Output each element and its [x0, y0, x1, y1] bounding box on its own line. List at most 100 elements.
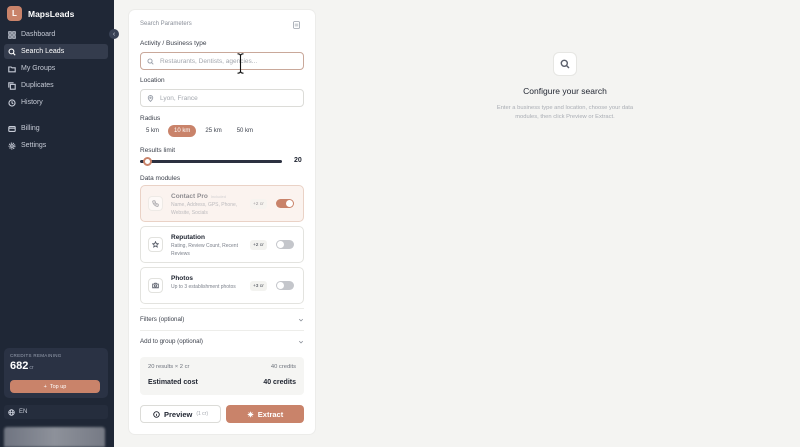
credits-value: 682cr — [10, 360, 102, 372]
card-icon — [8, 125, 16, 132]
globe-icon — [8, 408, 15, 416]
filters-label: Filters (optional) — [140, 316, 185, 323]
brand-name: MapsLeads — [28, 8, 75, 19]
radius-option-50km[interactable]: 50 km — [231, 125, 259, 137]
module-reputation[interactable]: Reputation Rating, Review Count, Recent … — [140, 226, 304, 263]
module-description: Up to 3 establishment photos — [171, 284, 236, 290]
empty-state-description: Enter a business type and location, choo… — [496, 105, 634, 120]
radius-label: Radius — [140, 115, 161, 122]
collapse-sidebar-button[interactable]: ‹ — [109, 29, 119, 39]
location-input[interactable]: Lyon, France — [140, 89, 304, 107]
brand[interactable]: L MapsLeads — [7, 6, 74, 21]
module-toggle[interactable] — [276, 199, 294, 208]
add-to-group-label: Add to group (optional) — [140, 338, 203, 345]
top-up-label: Top up — [49, 383, 67, 390]
document-icon[interactable] — [293, 21, 300, 29]
sidebar-item-settings[interactable]: Settings — [4, 138, 108, 153]
radius-option-25km[interactable]: 25 km — [199, 125, 227, 137]
module-cost: +2 cr — [250, 199, 267, 209]
language-label: EN — [19, 409, 28, 415]
chevron-left-icon: ‹ — [112, 30, 116, 38]
sidebar-nav: Dashboard Search Leads My Groups Duplica… — [4, 27, 108, 155]
user-profile-blurred[interactable] — [4, 427, 105, 447]
module-icon — [148, 237, 163, 252]
preview-button[interactable]: Preview (1 cr) — [140, 405, 221, 423]
included-badge: Included — [210, 194, 226, 199]
radius-option-10km[interactable]: 10 km — [168, 125, 197, 137]
credits-card: CREDITS REMAINING 682cr + Top up — [4, 348, 108, 398]
results-limit-value: 20 — [294, 157, 302, 164]
sidebar-item-label: Dashboard — [21, 31, 56, 38]
star-icon — [152, 241, 159, 248]
module-name: Contact Pro Included — [171, 193, 226, 200]
module-cost: +3 cr — [250, 281, 267, 291]
empty-state-search-icon — [553, 52, 577, 76]
sidebar-item-duplicates[interactable]: Duplicates — [4, 78, 108, 93]
module-cost: +2 cr — [250, 240, 267, 250]
chevron-down-icon — [298, 318, 304, 321]
results-limit-label: Results limit — [140, 147, 176, 154]
preview-label: Preview — [163, 409, 193, 419]
folder-icon — [8, 65, 16, 72]
extract-label: Extract — [257, 409, 284, 419]
search-icon — [147, 57, 154, 65]
sidebar-item-label: History — [21, 99, 43, 106]
plus-icon: + — [43, 383, 47, 390]
panel-title: Search Parameters — [140, 21, 192, 27]
module-name: Photos — [171, 275, 194, 282]
sidebar-item-label: Duplicates — [21, 82, 54, 89]
sidebar-item-history[interactable]: History — [4, 95, 108, 110]
sidebar-item-label: My Groups — [21, 65, 56, 72]
history-icon — [8, 98, 16, 107]
sidebar-item-my-groups[interactable]: My Groups — [4, 61, 108, 76]
sidebar-item-label: Billing — [21, 125, 40, 132]
estimated-cost-label: Estimated cost — [148, 379, 198, 386]
location-label: Location — [140, 77, 165, 84]
brand-logo: L — [7, 6, 22, 21]
data-modules-label: Data modules — [140, 175, 181, 182]
search-icon — [560, 59, 570, 69]
language-selector[interactable]: EN — [4, 405, 108, 419]
results-limit-slider[interactable] — [140, 160, 282, 163]
activity-label: Activity / Business type — [140, 40, 207, 47]
filters-toggle[interactable]: Filters (optional) — [140, 308, 304, 330]
module-description: Name, Address, GPS, Phone, Website, Soci… — [171, 202, 238, 216]
activity-input[interactable]: Restaurants, Dentists, agencies... — [140, 52, 304, 70]
radius-option-5km[interactable]: 5 km — [140, 125, 165, 137]
nav-divider — [4, 112, 108, 121]
chevron-down-icon — [298, 340, 304, 343]
sidebar: L MapsLeads Dashboard Search Leads My Gr… — [0, 0, 114, 447]
cost-calc-row: 20 results × 2 cr 40 credits — [148, 364, 296, 370]
module-contact-pro[interactable]: Contact Pro Included Name, Address, GPS, … — [140, 185, 304, 222]
sidebar-item-billing[interactable]: Billing — [4, 121, 108, 136]
module-description: Rating, Review Count, Recent Reviews — [171, 243, 238, 257]
extract-button[interactable]: Extract — [226, 405, 304, 423]
sidebar-item-search-leads[interactable]: Search Leads — [4, 44, 108, 59]
search-parameters-panel: Search Parameters Activity / Business ty… — [129, 10, 315, 434]
estimated-cost-value: 40 credits — [263, 379, 296, 386]
sidebar-item-dashboard[interactable]: Dashboard — [4, 27, 108, 42]
radius-options: 5 km 10 km 25 km 50 km — [140, 125, 259, 137]
preview-cost: (1 cr) — [196, 411, 209, 417]
empty-state-title: Configure your search — [523, 86, 607, 96]
gear-icon — [8, 142, 16, 149]
grid-icon — [8, 30, 16, 39]
info-icon — [153, 410, 160, 418]
add-to-group-toggle[interactable]: Add to group (optional) — [140, 330, 304, 352]
module-name: Reputation — [171, 234, 205, 241]
camera-icon — [152, 282, 159, 289]
module-toggle[interactable] — [276, 281, 294, 290]
results-limit-slider-thumb[interactable] — [143, 157, 152, 166]
search-icon — [8, 47, 16, 56]
module-name-text: Contact Pro — [171, 193, 208, 200]
top-up-button[interactable]: + Top up — [10, 380, 100, 393]
cost-calc-value: 40 credits — [270, 364, 296, 370]
credits-number: 682 — [10, 360, 29, 372]
text-cursor-icon — [237, 53, 244, 74]
module-icon — [148, 278, 163, 293]
module-toggle[interactable] — [276, 240, 294, 249]
cost-calc-label: 20 results × 2 cr — [148, 364, 190, 370]
sparkle-icon — [247, 411, 254, 417]
module-photos[interactable]: Photos Up to 3 establishment photos +3 c… — [140, 267, 304, 304]
sidebar-item-label: Settings — [21, 142, 47, 149]
